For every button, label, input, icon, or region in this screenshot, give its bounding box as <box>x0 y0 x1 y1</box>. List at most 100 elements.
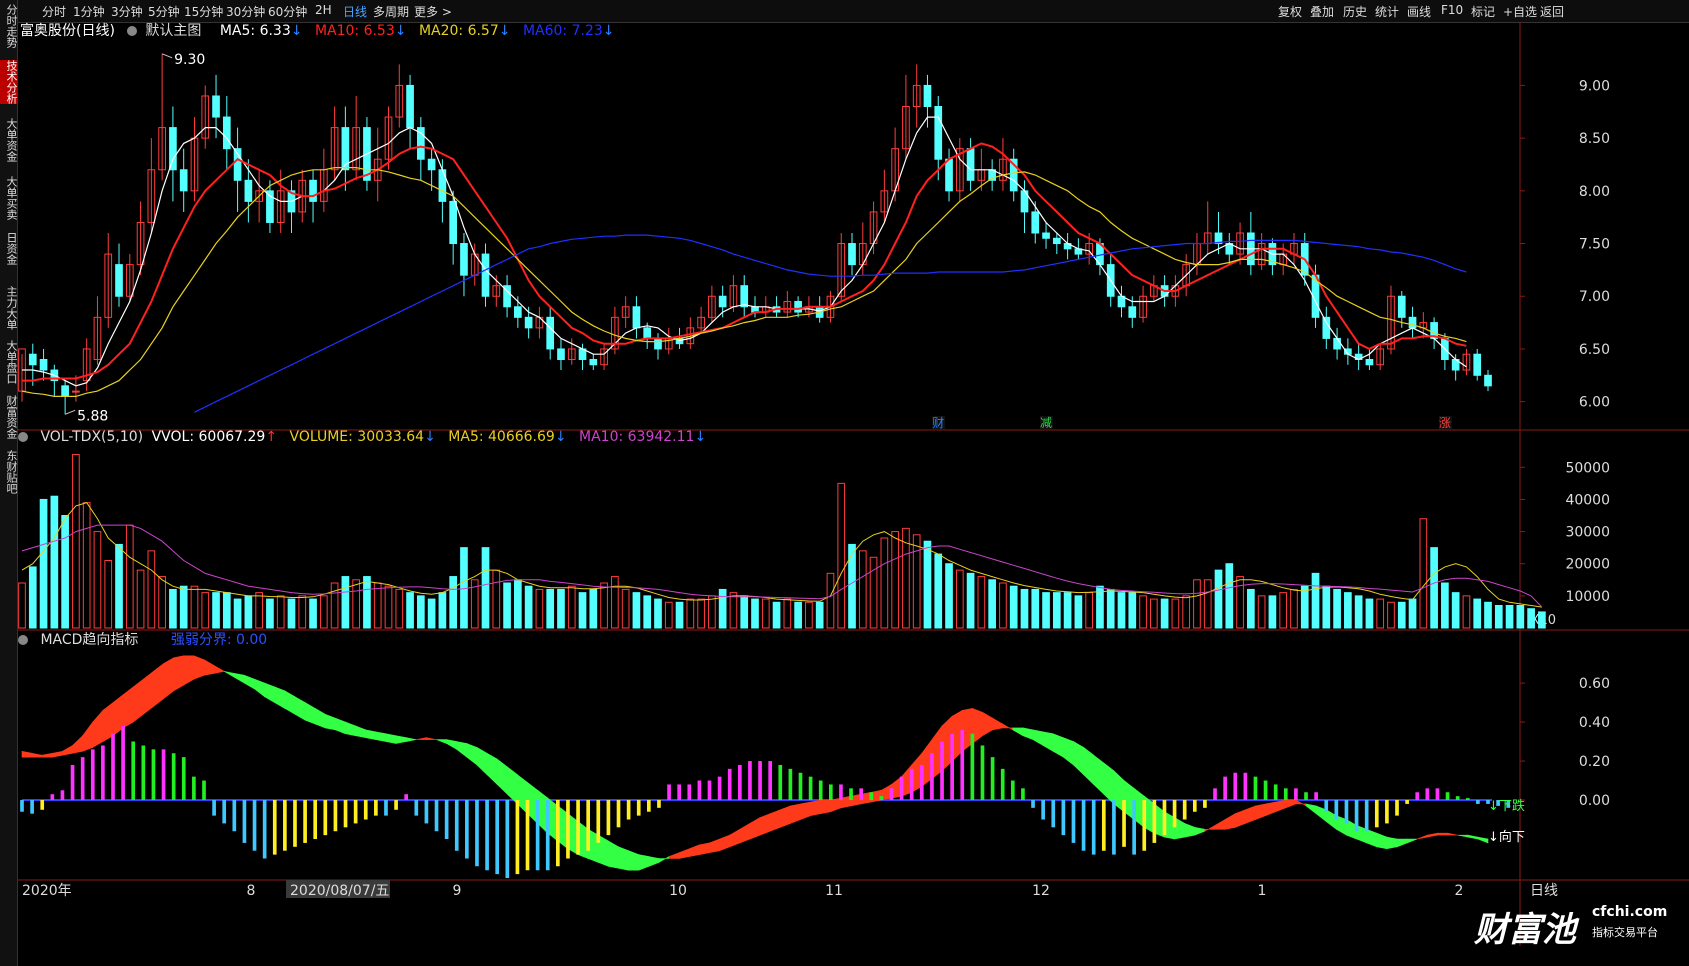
candle-body[interactable] <box>39 358 48 371</box>
volume-bar[interactable] <box>319 595 328 629</box>
volume-bar[interactable] <box>1139 595 1147 629</box>
volume-bar[interactable] <box>1354 595 1363 629</box>
volume-bar[interactable] <box>492 569 501 629</box>
volume-bar[interactable] <box>837 482 846 629</box>
volume-bar[interactable] <box>999 582 1007 629</box>
volume-bar[interactable] <box>1117 592 1126 629</box>
volume-bar[interactable] <box>611 576 619 629</box>
volume-bar[interactable] <box>395 588 404 629</box>
volume-bar[interactable] <box>1236 576 1244 629</box>
volume-bar[interactable] <box>438 592 447 629</box>
volume-bar[interactable] <box>664 601 673 629</box>
volume-bar[interactable] <box>966 572 975 629</box>
volume-bar[interactable] <box>923 540 932 629</box>
volume-bar[interactable] <box>675 601 684 629</box>
volume-bar[interactable] <box>1344 592 1352 629</box>
volume-bar[interactable] <box>1225 563 1234 629</box>
candle-body[interactable] <box>1473 353 1482 376</box>
volume-bar[interactable] <box>104 560 113 629</box>
candle-body[interactable] <box>115 264 123 297</box>
candle-body[interactable] <box>28 353 37 366</box>
candle-body[interactable] <box>1322 316 1331 339</box>
candle-body[interactable] <box>481 253 490 297</box>
candle-body[interactable] <box>222 116 231 150</box>
volume-bar[interactable] <box>632 592 641 629</box>
volume-bar[interactable] <box>373 582 382 629</box>
candle-body[interactable] <box>1365 358 1374 366</box>
volume-bar[interactable] <box>276 595 285 629</box>
candle-body[interactable] <box>945 158 953 192</box>
volume-bar[interactable] <box>794 601 802 629</box>
volume-bar[interactable] <box>686 598 695 629</box>
candle-body[interactable] <box>740 285 749 308</box>
volume-bar[interactable] <box>190 585 199 629</box>
volume-bar[interactable] <box>460 547 468 629</box>
volume-bar[interactable] <box>567 585 576 629</box>
volume-bar[interactable] <box>72 453 80 629</box>
volume-bar[interactable] <box>1085 592 1094 629</box>
volume-bar[interactable] <box>1311 572 1320 629</box>
volume-bar[interactable] <box>1031 588 1040 629</box>
volume-bar[interactable] <box>934 553 943 629</box>
volume-bar[interactable] <box>212 592 220 629</box>
volume-bar[interactable] <box>287 598 296 629</box>
volume-bar[interactable] <box>1419 518 1428 629</box>
volume-bar[interactable] <box>1182 595 1191 629</box>
candle-body[interactable] <box>794 301 802 313</box>
volume-bar[interactable] <box>783 598 792 629</box>
volume-bar[interactable] <box>1484 601 1492 629</box>
candle-body[interactable] <box>449 200 458 245</box>
volume-bar[interactable] <box>1430 547 1438 629</box>
volume-bar[interactable] <box>1451 592 1460 629</box>
volume-bar[interactable] <box>39 498 48 629</box>
volume-bar[interactable] <box>1063 592 1072 629</box>
volume-bar[interactable] <box>1203 579 1212 629</box>
volume-bar[interactable] <box>1505 605 1514 629</box>
volume-bar[interactable] <box>82 502 91 629</box>
volume-bar[interactable] <box>1257 595 1266 629</box>
volume-bar[interactable] <box>115 543 123 629</box>
volume-bar[interactable] <box>341 576 350 629</box>
volume-bar[interactable] <box>1300 585 1309 629</box>
candle-body[interactable] <box>557 348 565 360</box>
candle-body[interactable] <box>427 158 436 171</box>
volume-bar[interactable] <box>815 601 824 629</box>
volume-bar[interactable] <box>880 537 889 629</box>
volume-bar[interactable] <box>1376 598 1385 629</box>
volume-bar[interactable] <box>535 588 544 629</box>
volume-bar[interactable] <box>589 588 598 629</box>
volume-bar[interactable] <box>352 579 361 629</box>
volume-bar[interactable] <box>1128 592 1137 629</box>
volume-bar[interactable] <box>761 598 770 629</box>
volume-bar[interactable] <box>729 592 738 629</box>
volume-bar[interactable] <box>826 572 835 629</box>
volume-bar[interactable] <box>1333 588 1341 629</box>
volume-bar[interactable] <box>222 592 231 629</box>
volume-bar[interactable] <box>233 598 242 629</box>
candle-body[interactable] <box>244 179 253 202</box>
volume-bar[interactable] <box>772 601 781 629</box>
candle-body[interactable] <box>1397 295 1406 318</box>
volume-bar[interactable] <box>93 531 102 629</box>
volume-bar[interactable] <box>977 576 986 629</box>
candle-body[interactable] <box>61 385 69 397</box>
volume-bar[interactable] <box>697 598 705 629</box>
volume-bar[interactable] <box>1171 598 1180 629</box>
volume-bar[interactable] <box>1494 605 1503 629</box>
volume-bar[interactable] <box>136 569 145 629</box>
candle-body[interactable] <box>1031 211 1040 234</box>
volume-bar[interactable] <box>1052 592 1061 629</box>
volume-bar[interactable] <box>1462 595 1471 629</box>
volume-bar[interactable] <box>169 588 177 629</box>
volume-bar[interactable] <box>805 601 813 629</box>
volume-bar[interactable] <box>1160 598 1169 629</box>
volume-bar[interactable] <box>912 534 921 629</box>
volume-bar[interactable] <box>1473 598 1482 629</box>
volume-bar[interactable] <box>848 543 856 629</box>
volume-bar[interactable] <box>1074 595 1083 629</box>
volume-bar[interactable] <box>1106 588 1115 629</box>
candle-body[interactable] <box>406 84 414 129</box>
candle-body[interactable] <box>848 243 856 266</box>
volume-bar[interactable] <box>158 576 166 629</box>
volume-bar[interactable] <box>50 495 59 629</box>
